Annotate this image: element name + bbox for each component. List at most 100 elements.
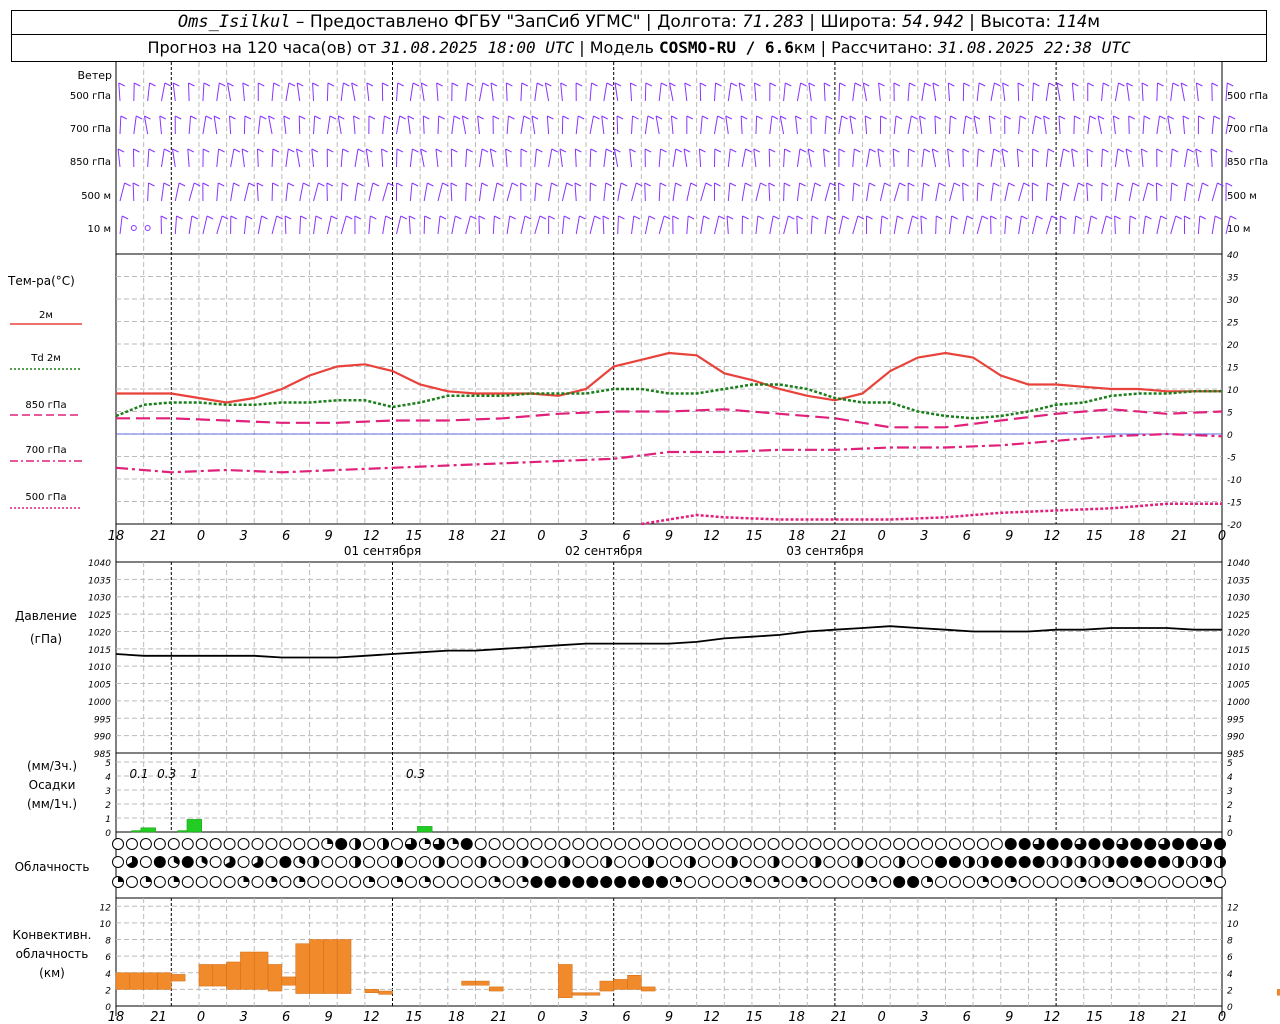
wind-barb-flag: [923, 182, 930, 187]
time-tick-label: 12: [703, 529, 720, 544]
wind-barb-staff: [243, 182, 250, 202]
wind-barb-flag: [1113, 115, 1120, 120]
wind-barb-flag: [427, 182, 434, 187]
wind-barb-flag: [353, 115, 360, 120]
convective-cloud-plot: 0 02 24 46 68 810 1012 12: [100, 903, 1280, 1013]
calm-wind-circle: [130, 225, 137, 231]
wind-barb-flag: [838, 182, 845, 187]
wind-barb-flag: [329, 115, 337, 120]
wind-barb-staff: [823, 82, 826, 102]
wind-barb-staff: [603, 82, 608, 102]
wind-barb-staff: [1045, 215, 1053, 235]
cloud-cover-fill: [907, 876, 919, 888]
wind-barb-flag: [934, 115, 942, 120]
cloud-cover-circle: [223, 876, 236, 888]
wind-barb-staff: [1125, 148, 1130, 168]
wind-barb-flag: [1199, 215, 1207, 220]
wind-barb-flag: [272, 148, 280, 153]
wind-barb-flag: [242, 82, 250, 87]
wind-barb-staff: [1195, 82, 1199, 102]
wind-barb-flag: [135, 115, 143, 120]
wind-barb-staff: [1058, 115, 1061, 135]
cloud-cover-fill: [564, 856, 570, 868]
cloud-cover-circle: [753, 856, 766, 868]
cloud-cover-fill: [628, 876, 640, 888]
wind-barb-flag: [812, 215, 819, 220]
cloud-cover-circle: [279, 838, 292, 850]
wind-barb-staff: [862, 82, 868, 102]
wind-barb-flag: [246, 215, 253, 220]
wind-barb-staff: [451, 215, 456, 235]
conv-cloud-bar: [157, 972, 172, 990]
cloud-cover-circle: [1144, 876, 1157, 888]
wind-barb-flag: [1058, 115, 1066, 120]
pressure-tick-left: 1030: [88, 594, 111, 604]
cloud-cover-circle: [1214, 876, 1226, 888]
wind-barb-staff: [435, 148, 439, 168]
time-tick-label: 0: [197, 529, 205, 544]
wind-barb-flag: [187, 148, 195, 153]
cloud-cover-fill: [745, 876, 752, 882]
cloud-cover-fill: [982, 876, 989, 882]
cloud-cover-circle: [781, 876, 794, 888]
wind-barb-flag: [771, 115, 779, 120]
cloud-cover-circle: [781, 838, 794, 850]
cloud-cover-circle: [195, 876, 208, 888]
precip-unit-3h: (мм/3ч.): [27, 759, 77, 773]
pressure-tick-right: 990: [1227, 733, 1244, 743]
precip-tick-left: 2: [105, 801, 111, 811]
wind-barb-staff: [727, 82, 732, 102]
wind-barb-flag: [1156, 182, 1163, 187]
wind-barb-flag: [296, 82, 304, 87]
pressure-tick-right: 1005: [1227, 681, 1250, 691]
wind-barb-flag: [520, 148, 528, 153]
wind-barb-staff: [919, 115, 923, 135]
cloud-cover-circle: [656, 856, 669, 868]
wind-barb-staff: [976, 82, 980, 102]
cloud-cover-circle: [921, 838, 934, 850]
conv-cloud-bar: [198, 964, 214, 987]
wind-barb-flag: [382, 82, 389, 87]
wind-barb-flag: [467, 82, 474, 87]
wind-barb-staff: [420, 148, 425, 168]
pressure-tick-left: 1015: [88, 646, 111, 656]
wind-barb-flag: [1160, 215, 1167, 220]
wind-barb-flag: [1159, 115, 1166, 120]
cloud-cover-circle: [725, 876, 738, 888]
cloud-cover-circle: [669, 856, 682, 868]
wind-barb-flag: [400, 215, 408, 220]
wind-barb-staff: [613, 148, 619, 168]
wind-barb-flag: [466, 182, 473, 187]
time-tick-label: 21: [150, 1010, 167, 1024]
time-tick-label: 12: [363, 1010, 380, 1024]
wind-barb-flag: [948, 82, 955, 87]
pressure-tick-left: 1010: [88, 663, 111, 673]
time-tick-label: 21: [150, 529, 167, 544]
conv-cloud-bar: [212, 964, 227, 987]
cloud-cover-circle: [865, 838, 878, 850]
wind-barb-flag: [993, 182, 1000, 187]
wind-barb-flag: [742, 215, 749, 220]
wind-barb-flag: [842, 215, 850, 220]
wind-barb-flag: [1225, 182, 1233, 187]
wind-barb-staff: [188, 215, 193, 235]
wind-barb-staff: [1114, 215, 1116, 235]
wind-barb-flag: [342, 148, 349, 153]
wind-barb-staff: [365, 148, 370, 168]
wind-barb-flag: [159, 115, 167, 120]
cloud-cover-circle: [265, 856, 278, 868]
wind-barb-staff: [171, 148, 176, 168]
wind-barb-staff: [644, 182, 646, 202]
wind-barb-staff: [1059, 148, 1064, 168]
wind-barb-flag: [725, 115, 733, 120]
wind-barb-staff: [907, 82, 910, 102]
cloud-cover-circle: [823, 838, 836, 850]
wind-barb-staff: [172, 82, 176, 102]
wind-barb-flag: [814, 182, 822, 187]
conv-cloud-bar: [323, 939, 338, 994]
wind-barb-flag: [481, 182, 488, 187]
wind-barb-staff: [893, 115, 897, 135]
wind-barb-staff: [216, 82, 220, 102]
wind-barb-staff: [824, 115, 827, 135]
cloud-cover-fill: [1220, 856, 1226, 868]
